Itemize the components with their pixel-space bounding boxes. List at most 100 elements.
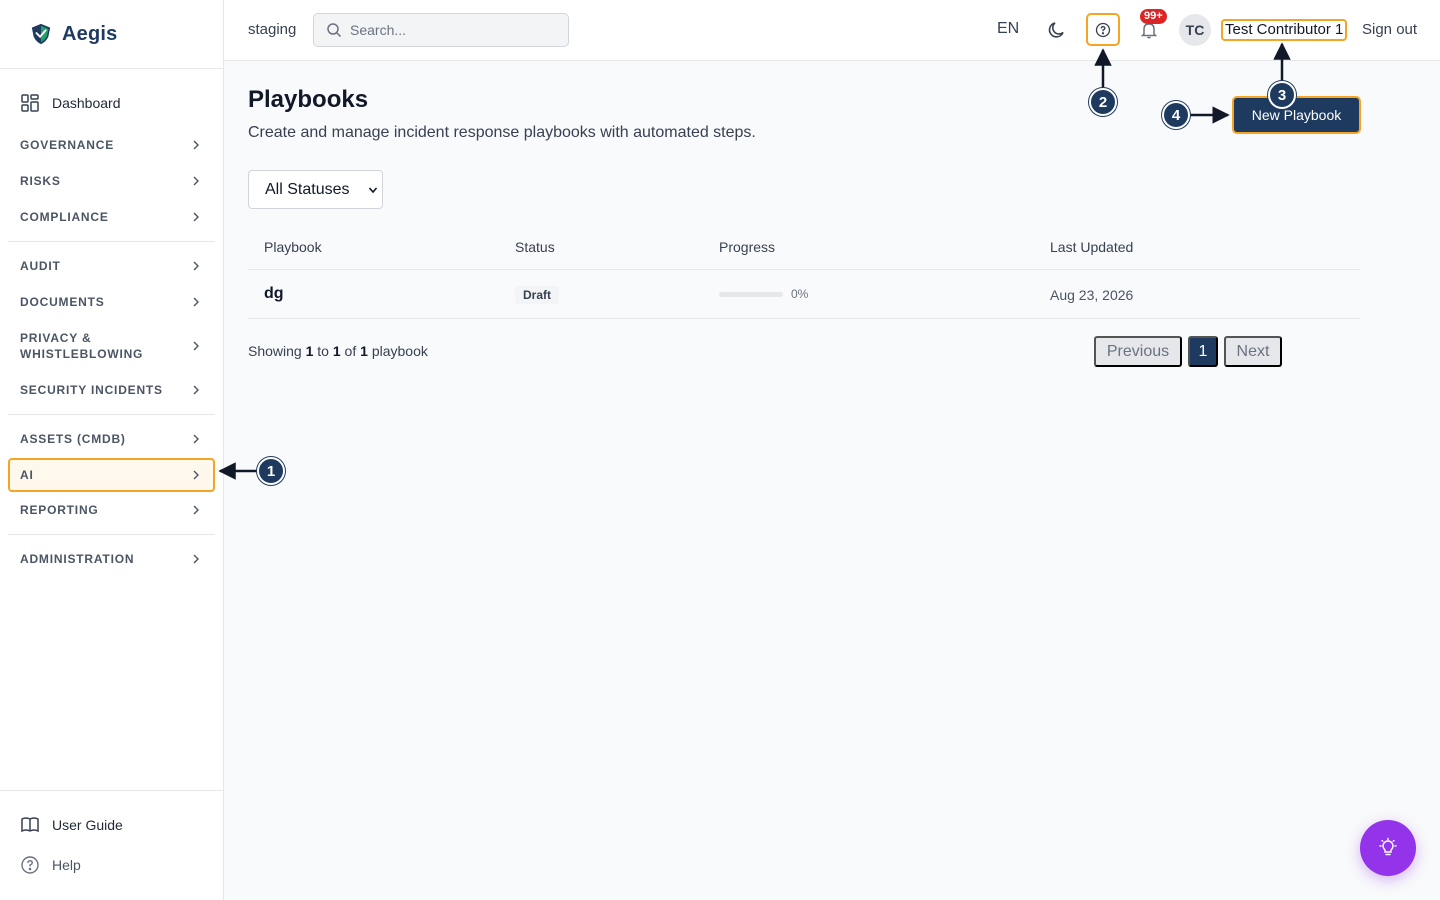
nav-divider	[8, 534, 215, 535]
annotation-marker-1: 1	[257, 457, 285, 485]
sidebar-item-label: REPORTING	[20, 503, 99, 517]
language-selector[interactable]: EN	[997, 20, 1019, 38]
chevron-right-icon	[193, 505, 199, 515]
brand[interactable]: Aegis	[0, 0, 223, 69]
sign-out-link[interactable]: Sign out	[1362, 21, 1417, 38]
sidebar-nav: Dashboard GOVERNANCE RISKS COMPLIANCE AU…	[0, 69, 223, 577]
moon-icon[interactable]	[1047, 20, 1067, 40]
sidebar-item-label: SECURITY INCIDENTS	[20, 383, 163, 397]
chevron-right-icon	[193, 140, 199, 150]
page-number-button[interactable]: 1	[1188, 336, 1218, 367]
notification-badge: 99+	[1140, 9, 1167, 24]
book-icon	[21, 817, 39, 833]
sidebar-item-label: AI	[20, 468, 34, 482]
summary-to-word: to	[317, 343, 329, 359]
search-box[interactable]	[313, 13, 569, 47]
sidebar-item-label: COMPLIANCE	[20, 210, 109, 224]
sidebar-item-dashboard[interactable]: Dashboard	[8, 91, 215, 115]
chevron-down-icon	[368, 187, 378, 194]
sidebar-item-compliance[interactable]: COMPLIANCE	[8, 199, 215, 235]
search-icon	[327, 23, 342, 38]
chevron-right-icon	[193, 261, 199, 271]
sidebar-item-assets[interactable]: ASSETS (CMDB)	[8, 421, 215, 457]
search-input[interactable]	[350, 22, 550, 38]
sidebar-item-administration[interactable]: ADMINISTRATION	[8, 541, 215, 577]
summary-prefix: Showing	[248, 343, 302, 359]
sidebar-item-label: ADMINISTRATION	[20, 552, 135, 566]
chevron-right-icon	[193, 385, 199, 395]
sidebar-item-audit[interactable]: AUDIT	[8, 248, 215, 284]
summary-to: 1	[332, 343, 341, 359]
chevron-right-icon	[193, 297, 199, 307]
progress-bar	[719, 292, 783, 297]
status-badge: Draft	[515, 286, 560, 304]
sidebar-item-governance[interactable]: GOVERNANCE	[8, 127, 215, 163]
chevron-right-icon	[193, 554, 199, 564]
ai-assistant-button[interactable]	[1360, 820, 1416, 876]
page-subtitle: Create and manage incident response play…	[248, 124, 756, 141]
pagination: Previous 1 Next	[1094, 336, 1282, 367]
sidebar-item-label: AUDIT	[20, 259, 61, 273]
annotation-marker-4: 4	[1162, 101, 1190, 129]
page-title: Playbooks	[248, 86, 369, 113]
user-name[interactable]: Test Contributor 1	[1221, 19, 1348, 41]
annotation-marker-3: 3	[1268, 81, 1296, 109]
playbook-name[interactable]: dg	[264, 285, 284, 303]
sidebar-footer: User Guide Help	[0, 790, 223, 900]
pagination-summary: Showing 1 to 1 of 1 playbook	[248, 343, 428, 359]
summary-unit: playbook	[371, 343, 428, 359]
column-header-playbook[interactable]: Playbook	[264, 239, 322, 255]
column-header-progress[interactable]: Progress	[719, 239, 775, 255]
sidebar-item-privacy[interactable]: PRIVACY & WHISTLEBLOWING	[8, 320, 215, 372]
sidebar-item-documents[interactable]: DOCUMENTS	[8, 284, 215, 320]
nav-divider	[8, 241, 215, 242]
avatar[interactable]: TC	[1179, 14, 1211, 46]
chevron-right-icon	[193, 212, 199, 222]
chevron-right-icon	[193, 470, 199, 480]
column-header-status[interactable]: Status	[515, 239, 555, 255]
next-page-button[interactable]: Next	[1224, 336, 1282, 367]
sidebar-item-reporting[interactable]: REPORTING	[8, 492, 215, 528]
topbar: staging EN 99+ TC Test Contributor 1 Sig…	[224, 0, 1440, 61]
chevron-right-icon	[193, 341, 199, 351]
previous-page-button[interactable]: Previous	[1094, 336, 1182, 367]
summary-of-word: of	[344, 343, 357, 359]
dashboard-icon	[21, 94, 39, 112]
user-guide-label: User Guide	[52, 817, 123, 833]
summary-from: 1	[305, 343, 314, 359]
sidebar-item-label: RISKS	[20, 174, 61, 188]
sidebar: Aegis Dashboard GOVERNANCE RISKS COMPLIA…	[0, 0, 224, 900]
column-header-last-updated[interactable]: Last Updated	[1050, 239, 1133, 255]
help-circle-icon	[1095, 22, 1111, 37]
annotation-marker-2: 2	[1089, 88, 1117, 116]
sidebar-item-ai[interactable]: AI	[8, 458, 215, 492]
help-button[interactable]	[1086, 13, 1120, 46]
progress-percent: 0%	[791, 287, 809, 301]
new-playbook-button[interactable]: New Playbook	[1232, 96, 1361, 134]
status-filter-select[interactable]: All Statuses	[248, 170, 383, 209]
playbooks-table: Playbook Status Progress Last Updated dg…	[248, 229, 1360, 319]
sidebar-item-label: DOCUMENTS	[20, 295, 105, 309]
lightbulb-icon	[1379, 837, 1397, 856]
help-link[interactable]: Help	[20, 853, 223, 877]
help-circle-icon	[21, 856, 39, 874]
shield-logo-icon	[31, 23, 51, 45]
summary-total: 1	[360, 343, 368, 359]
chevron-right-icon	[193, 176, 199, 186]
sidebar-item-label: Dashboard	[52, 95, 121, 111]
help-label: Help	[52, 857, 81, 873]
sidebar-item-label: PRIVACY & WHISTLEBLOWING	[20, 331, 144, 361]
table-header: Playbook Status Progress Last Updated	[248, 229, 1360, 270]
sidebar-item-label: GOVERNANCE	[20, 138, 115, 152]
app-name: Aegis	[62, 22, 118, 45]
table-row[interactable]: dg Draft 0% Aug 23, 2026	[248, 270, 1360, 319]
sidebar-item-label: ASSETS (CMDB)	[20, 432, 126, 446]
status-filter-value: All Statuses	[265, 180, 350, 198]
last-updated: Aug 23, 2026	[1050, 287, 1134, 303]
chevron-right-icon	[193, 434, 199, 444]
user-guide-link[interactable]: User Guide	[20, 813, 223, 837]
nav-divider	[8, 414, 215, 415]
environment-label: staging	[248, 21, 297, 38]
sidebar-item-security-incidents[interactable]: SECURITY INCIDENTS	[8, 372, 215, 408]
sidebar-item-risks[interactable]: RISKS	[8, 163, 215, 199]
